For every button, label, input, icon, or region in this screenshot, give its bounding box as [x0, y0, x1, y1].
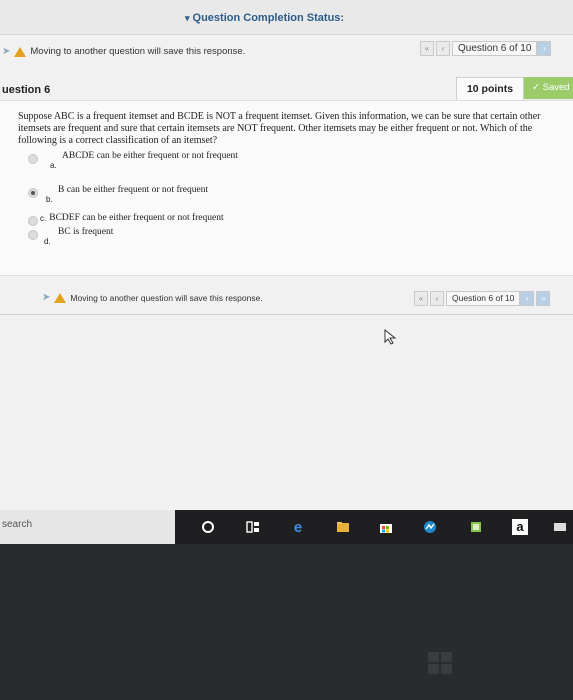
saved-label: Saved: [542, 82, 570, 93]
windows-logo-icon: [428, 652, 452, 674]
mouse-cursor-icon: [384, 329, 397, 345]
top-question-nav: ➤ Moving to another question will save t…: [0, 36, 573, 66]
completion-status-label: Question Completion Status:: [192, 12, 345, 24]
bottom-first-question-button[interactable]: «: [414, 290, 428, 306]
question-title: uestion 6: [2, 84, 51, 96]
points-badge: 10 points: [456, 77, 524, 101]
option-d-text: BC is frequent: [58, 227, 114, 237]
first-question-button[interactable]: «: [420, 40, 434, 56]
file-explorer-icon[interactable]: [335, 519, 351, 535]
question-header: uestion 6 10 points ✓ Saved: [0, 77, 573, 101]
option-a-radio[interactable]: [28, 154, 38, 164]
app2-icon[interactable]: [552, 519, 568, 535]
option-b-radio[interactable]: [28, 188, 38, 198]
option-c[interactable]: c. BCDEF can be either frequent or not f…: [28, 213, 224, 226]
app-icon[interactable]: [468, 519, 484, 535]
bottom-question-nav: ➤ Moving to another question will save t…: [0, 284, 573, 315]
option-c-radio[interactable]: [28, 216, 38, 226]
bottom-previous-question-button[interactable]: ‹: [430, 290, 444, 306]
previous-question-button[interactable]: ‹: [436, 40, 450, 56]
option-d-radio[interactable]: [28, 230, 38, 240]
browser-viewport: ▾ Question Completion Status: ➤ Moving to…: [0, 0, 573, 510]
taskbar-search-box[interactable]: search: [0, 510, 175, 544]
arrow-right-icon: ➤: [2, 46, 11, 57]
windows-taskbar: search e a: [0, 510, 573, 544]
option-d-letter: d.: [44, 237, 51, 246]
bottom-save-warning: ➤ Moving to another question will save t…: [42, 292, 263, 303]
question-body: Suppose ABC is a frequent itemset and BC…: [0, 100, 573, 276]
option-b-letter: b.: [46, 195, 53, 204]
bottom-save-warning-text: Moving to another question will save thi…: [70, 292, 263, 303]
question-position: Question 6 of 10: [452, 40, 538, 56]
save-warning-text: Moving to another question will save thi…: [30, 46, 246, 57]
option-a[interactable]: ABCDE can be either frequent or not freq…: [28, 151, 238, 170]
bottom-last-question-button[interactable]: »: [536, 290, 551, 306]
edge-icon[interactable]: e: [290, 519, 306, 536]
bottom-question-pager: « ‹ Question 6 of 10 › »: [414, 290, 552, 306]
save-warning: ➤ Moving to another question will save t…: [2, 46, 245, 57]
amazon-icon[interactable]: a: [512, 519, 528, 535]
task-view-icon[interactable]: [245, 519, 261, 535]
option-a-letter: a.: [50, 161, 57, 170]
cortana-icon[interactable]: [200, 519, 216, 535]
warning-icon: [14, 46, 27, 57]
store-icon[interactable]: [378, 519, 394, 535]
photos-icon[interactable]: [422, 519, 438, 535]
option-a-text: ABCDE can be either frequent or not freq…: [62, 151, 238, 161]
option-b[interactable]: B can be either frequent or not frequent…: [28, 185, 208, 204]
chevron-down-icon: ▾: [185, 13, 190, 23]
check-icon: ✓: [532, 82, 543, 93]
warning-icon: [54, 292, 67, 303]
option-d[interactable]: BC is frequent d.: [28, 227, 113, 246]
next-question-button[interactable]: ›: [537, 40, 552, 56]
completion-status-bar[interactable]: ▾ Question Completion Status:: [0, 0, 573, 35]
question-text: Suppose ABC is a frequent itemset and BC…: [18, 111, 541, 146]
question-pager: « ‹ Question 6 of 10 ›: [420, 40, 553, 56]
completion-status-toggle[interactable]: ▾ Question Completion Status:: [185, 12, 344, 24]
bottom-next-question-button[interactable]: ›: [520, 290, 535, 306]
option-c-letter: c.: [40, 214, 47, 223]
arrow-right-icon: ➤: [42, 292, 51, 303]
taskbar-search-label: search: [2, 519, 33, 530]
saved-status: ✓ Saved: [524, 77, 573, 99]
bottom-question-position: Question 6 of 10: [446, 290, 521, 306]
option-b-text: B can be either frequent or not frequent: [58, 185, 209, 195]
option-c-text: BCDEF can be either frequent or not freq…: [49, 213, 224, 223]
